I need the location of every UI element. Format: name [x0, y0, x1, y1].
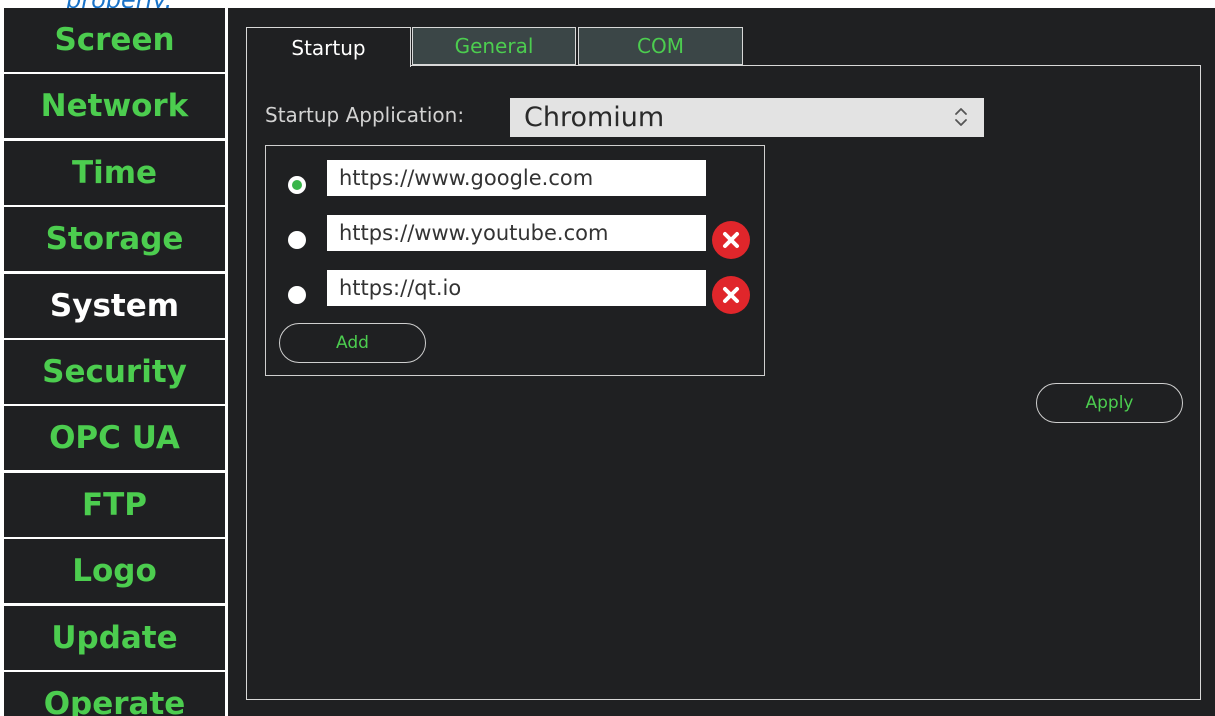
sidebar-item-update[interactable]: Update [4, 606, 225, 670]
close-icon [723, 287, 739, 303]
radio-selected-dot [292, 180, 302, 190]
startup-application-value: Chromium [524, 102, 665, 133]
tab-startup[interactable]: Startup [246, 27, 411, 67]
sidebar-item-ftp[interactable]: FTP [4, 473, 225, 537]
sidebar-nav: Screen Network Time Storage System Secur… [4, 8, 225, 716]
delete-url-button-2[interactable] [712, 221, 750, 259]
url-input-3[interactable] [327, 270, 706, 306]
sidebar-item-opc-ua[interactable]: OPC UA [4, 406, 225, 470]
close-icon [723, 232, 739, 248]
main-content: Startup General COM Startup Application:… [228, 8, 1215, 716]
sidebar-item-screen[interactable]: Screen [4, 8, 225, 72]
sidebar-item-network[interactable]: Network [4, 74, 225, 138]
tab-general[interactable]: General [412, 27, 576, 65]
sidebar-item-operate[interactable]: Operate [4, 672, 225, 716]
sidebar-item-system[interactable]: System [4, 274, 225, 338]
startup-url-list: Add [265, 145, 765, 376]
sidebar-item-time[interactable]: Time [4, 141, 225, 205]
url-radio-3[interactable] [288, 286, 306, 304]
sidebar-item-logo[interactable]: Logo [4, 539, 225, 603]
chevron-up-down-icon [955, 108, 967, 126]
sidebar-item-storage[interactable]: Storage [4, 207, 225, 271]
url-input-1[interactable] [327, 160, 706, 196]
url-radio-1[interactable] [288, 176, 306, 194]
url-radio-2[interactable] [288, 231, 306, 249]
apply-button[interactable]: Apply [1036, 383, 1183, 423]
url-input-2[interactable] [327, 215, 706, 251]
tab-com[interactable]: COM [578, 27, 743, 65]
add-url-button[interactable]: Add [279, 323, 426, 363]
startup-application-label: Startup Application: [265, 103, 465, 127]
startup-application-select[interactable]: Chromium [510, 98, 984, 137]
sidebar-item-security[interactable]: Security [4, 340, 225, 404]
delete-url-button-3[interactable] [712, 276, 750, 314]
